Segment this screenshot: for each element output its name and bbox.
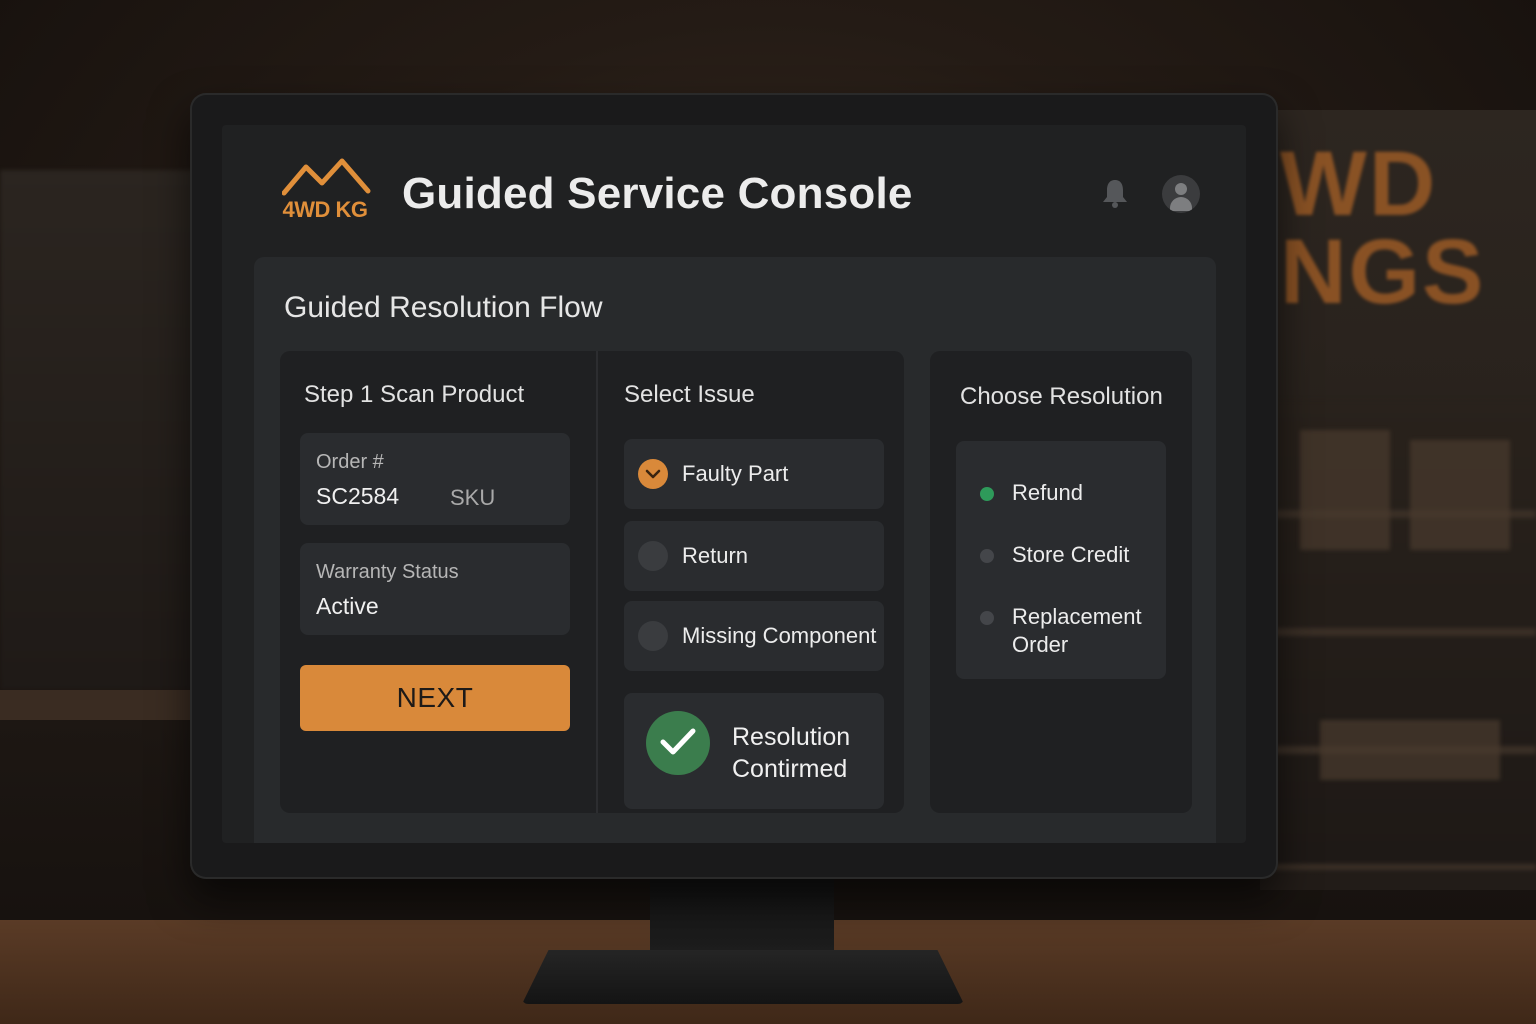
issue-label: Return [682,543,749,568]
choose-resolution-title: Choose Resolution [960,383,1163,410]
radio-unchecked[interactable] [638,621,668,651]
confirmation-text: Resolution Contirmed [732,723,851,783]
shelf-product [1320,720,1500,780]
store-wall-left [0,170,200,690]
confirmed-check-icon [646,711,710,775]
avatar-body [1170,197,1192,211]
issue-option-faulty-part[interactable]: Faulty Part [624,439,884,509]
warranty-value: Active [316,593,379,619]
resolution-label: Replacement Order [1012,604,1142,657]
shelf-product [1300,430,1390,550]
flow-title: Guided Resolution Flow [284,291,603,324]
radio-dot[interactable] [980,549,994,563]
step1-title: Step 1 Scan Product [304,381,525,408]
resolution-confirmed-card: Resolution Contirmed [624,693,884,809]
order-field[interactable]: Order # SC2584 SKU [300,433,570,525]
choose-resolution: Choose Resolution Refund Store Credit Re… [930,351,1192,813]
shelf-product [1410,440,1510,550]
resolution-option-replacement-order[interactable]: Replacement Order [956,603,1166,663]
brand-logo: 4WD KG [272,157,378,227]
radio-dot[interactable] [980,611,994,625]
issue-label: Missing Component [682,623,877,648]
select-issue: Select Issue Faulty Part Return Missing … [596,351,904,813]
resolution-options: Refund Store Credit Replacement Order [956,441,1166,679]
resolution-label: Refund [1012,480,1083,505]
store-sign: WD NGS [1280,133,1500,360]
guided-resolution-panel: Guided Resolution Flow Step 1 Scan Produ… [254,257,1216,843]
order-label: Order # [316,451,384,473]
app-title: Guided Service Console [402,169,913,218]
mountain-logo-icon [282,158,371,196]
store-sign-line-2: NGS [1280,221,1486,323]
issue-label: Faulty Part [682,461,789,486]
warranty-label: Warranty Status [316,561,459,583]
order-value: SC2584 [316,483,400,509]
user-avatar-icon[interactable] [1162,175,1200,213]
sku-label: SKU [450,485,496,510]
next-button[interactable]: NEXT [300,665,570,731]
check-icon [645,469,661,479]
radio-unchecked[interactable] [638,541,668,571]
logo-text: 4WD KG [282,197,369,222]
resolution-option-store-credit[interactable]: Store Credit [956,541,1166,571]
resolution-label: Store Credit [1012,542,1130,567]
monitor-stand-base [522,950,964,1004]
select-issue-title: Select Issue [624,381,755,408]
bell-icon[interactable] [1100,177,1130,209]
screen: 4WD KG Guided Service Console Guided Res… [222,125,1246,843]
radio-checked[interactable] [638,459,668,489]
monitor: 4WD KG Guided Service Console Guided Res… [190,93,1278,879]
store-sign-line-1: WD [1280,133,1438,235]
radio-dot-selected[interactable] [980,487,994,501]
step1-scan-product: Step 1 Scan Product Order # SC2584 SKU W… [280,351,596,813]
issue-option-return[interactable]: Return [624,521,884,591]
issue-option-missing-component[interactable]: Missing Component [624,601,884,671]
monitor-stand-neck [650,878,834,958]
warranty-status-field: Warranty Status Active [300,543,570,635]
avatar-head [1175,183,1187,195]
resolution-option-refund[interactable]: Refund [956,479,1166,509]
